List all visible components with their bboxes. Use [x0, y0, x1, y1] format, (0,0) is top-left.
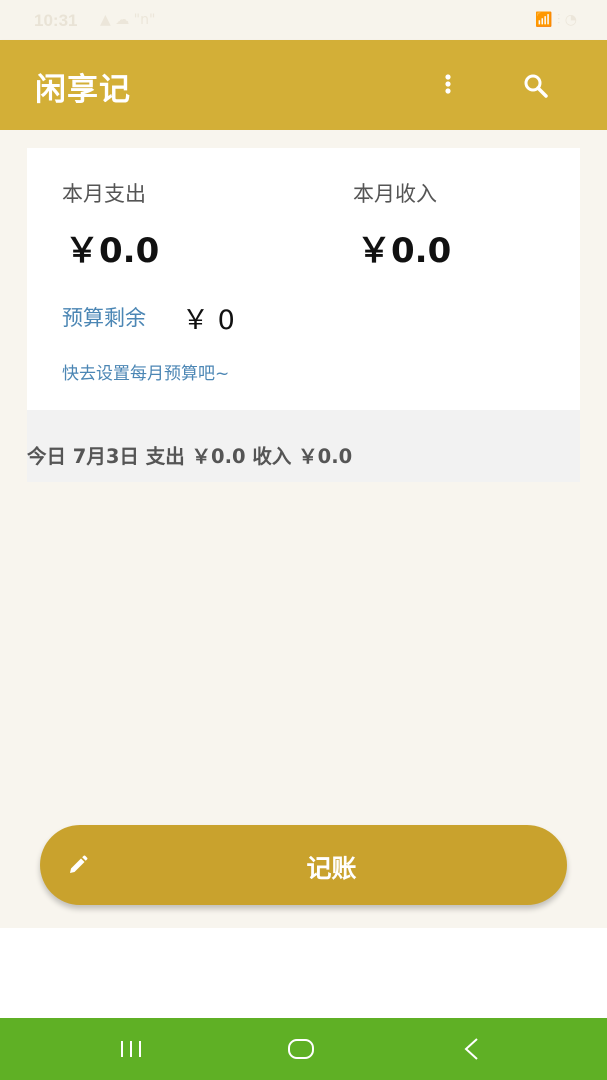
- status-bar: 10:31 ▲ ☁ "n" 📶 ⫶ ◔: [0, 0, 607, 40]
- status-notification-icons: ▲ ☁ "n": [100, 12, 156, 28]
- recent-apps-icon[interactable]: [118, 1038, 146, 1060]
- today-summary-text: 今日 7月3日 支出 ￥0.0 收入 ￥0.0: [27, 445, 353, 468]
- home-icon[interactable]: [286, 1036, 316, 1062]
- set-budget-link[interactable]: 快去设置每月预算吧~: [62, 359, 229, 384]
- search-icon: [524, 74, 548, 98]
- status-time: 10:31: [34, 11, 78, 30]
- monthly-summary-card: 本月支出 本月收入 ￥0.0 ￥0.0 预算剩余 ￥ 0 快去设置每月预算吧~: [27, 148, 580, 410]
- more-vert-icon: [445, 74, 451, 94]
- monthly-expense-value: ￥0.0: [65, 231, 160, 271]
- record-button[interactable]: 记账: [40, 825, 567, 905]
- search-button[interactable]: [518, 68, 554, 104]
- status-system-icons: 📶 ⫶ ◔: [534, 12, 577, 28]
- budget-remaining-label[interactable]: 预算剩余: [62, 302, 146, 332]
- today-summary-strip: 今日 7月3日 支出 ￥0.0 收入 ￥0.0: [27, 410, 580, 482]
- record-button-label: 记账: [306, 854, 357, 883]
- monthly-income-value: ￥0.0: [357, 231, 452, 271]
- monthly-income-label: 本月收入: [353, 182, 437, 206]
- system-nav-bar: [0, 1018, 607, 1080]
- more-options-button[interactable]: [432, 68, 464, 100]
- budget-remaining-value: ￥ 0: [182, 305, 235, 336]
- back-icon[interactable]: [460, 1036, 484, 1062]
- monthly-expense-label: 本月支出: [62, 182, 146, 206]
- app-bar: 闲享记: [0, 40, 607, 130]
- app-title: 闲享记: [35, 72, 131, 108]
